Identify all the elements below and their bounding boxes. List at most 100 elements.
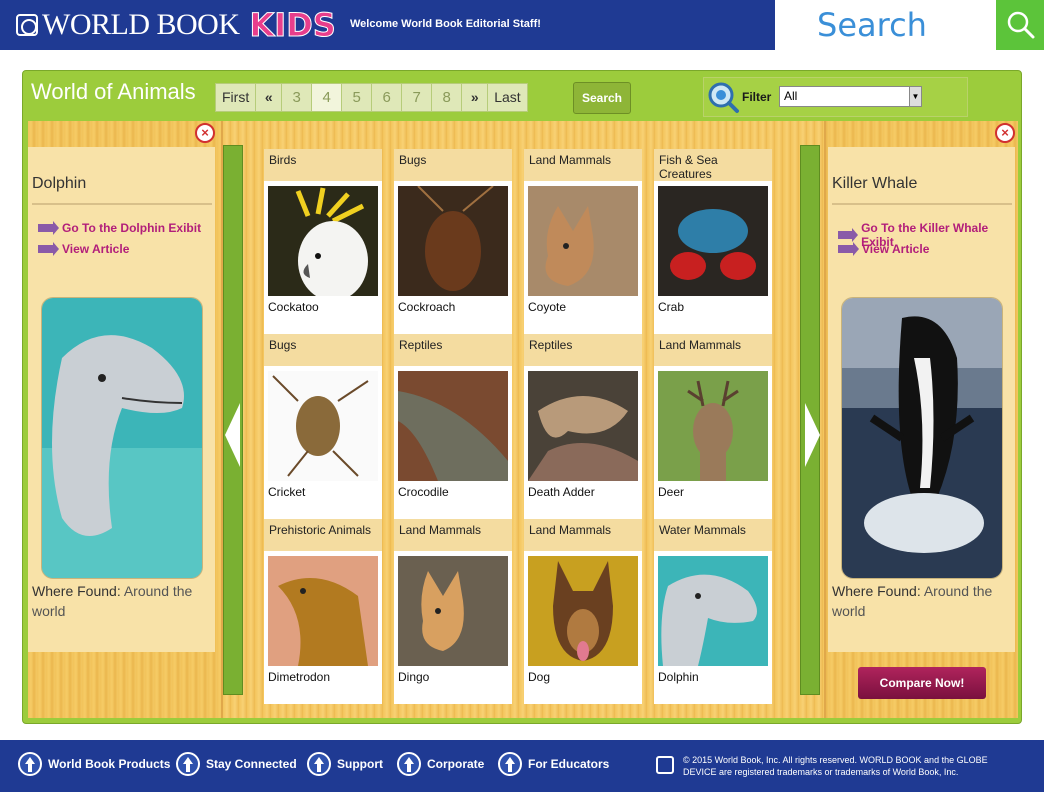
- animal-card-dimetrodon[interactable]: Prehistoric Animals Dimetrodon: [264, 519, 382, 704]
- footer-link-for-educators[interactable]: For Educators: [498, 752, 609, 776]
- arrow-right-icon[interactable]: [805, 403, 820, 467]
- dolphin-photo: [41, 297, 203, 579]
- crocodile-photo: [398, 371, 508, 481]
- left-exhibit-link[interactable]: Go To the Dolphin Exibit: [38, 221, 201, 235]
- logo-world-book-text: WORLD BOOK: [42, 8, 240, 41]
- animal-name[interactable]: Dingo: [398, 670, 429, 684]
- pagination: First « 3 4 5 6 7 8 » Last: [215, 83, 528, 112]
- dolphin-thumb-photo: [658, 556, 768, 666]
- search-button[interactable]: Search: [573, 82, 631, 114]
- left-exhibit-link-text[interactable]: Go To the Dolphin Exibit: [62, 221, 201, 235]
- site-header: WORLD BOOK KIDS Welcome World Book Edito…: [0, 0, 1044, 50]
- pager-page-4-current[interactable]: 4: [312, 84, 343, 111]
- right-where-found: Where Found: Around the world: [832, 581, 1012, 621]
- divider: [32, 203, 212, 205]
- pager-prev[interactable]: «: [256, 84, 283, 111]
- footer-link-corporate[interactable]: Corporate: [397, 752, 484, 776]
- footer-link-label[interactable]: Support: [337, 757, 383, 771]
- animal-category: Land Mammals: [524, 519, 642, 551]
- header-search-area[interactable]: Search: [775, 0, 996, 50]
- arrow-up-icon: [498, 752, 522, 776]
- filter-label: Filter: [742, 90, 772, 104]
- chevron-down-icon[interactable]: ▼: [909, 87, 921, 106]
- filter-box: Filter All ▼: [703, 77, 968, 117]
- right-article-link-text[interactable]: View Article: [862, 242, 929, 256]
- animal-card-dingo[interactable]: Land Mammals Dingo: [394, 519, 512, 704]
- animal-card-cricket[interactable]: Bugs Cricket: [264, 334, 382, 519]
- animal-name[interactable]: Deer: [658, 485, 684, 499]
- right-animal-card: Killer Whale Go To the Killer Whale Exib…: [828, 147, 1015, 652]
- footer-link-label[interactable]: Stay Connected: [206, 757, 297, 771]
- gallery-area: × Dolphin Go To the Dolphin Exibit View …: [28, 121, 1018, 718]
- animal-name[interactable]: Death Adder: [528, 485, 595, 499]
- animal-category: Bugs: [394, 149, 512, 181]
- copyright-notice: © 2015 World Book, Inc. All rights reser…: [683, 755, 988, 777]
- pager-page-5[interactable]: 5: [342, 84, 373, 111]
- animal-name[interactable]: Dimetrodon: [268, 670, 330, 684]
- animal-card-crab[interactable]: Fish & Sea Creatures Crab: [654, 149, 772, 334]
- animal-card-coyote[interactable]: Land Mammals Coyote: [524, 149, 642, 334]
- footer-link-support[interactable]: Support: [307, 752, 383, 776]
- footer-link-stay-connected[interactable]: Stay Connected: [176, 752, 297, 776]
- animal-name[interactable]: Crocodile: [398, 485, 449, 499]
- header-search-button[interactable]: [996, 0, 1044, 50]
- footer-link-label[interactable]: For Educators: [528, 757, 609, 771]
- logo-kids-text: KIDS: [249, 6, 336, 45]
- footer-link-label[interactable]: World Book Products: [48, 757, 170, 771]
- animal-category: Prehistoric Animals: [264, 519, 382, 551]
- pager-last[interactable]: Last: [488, 84, 526, 111]
- animal-card-dolphin[interactable]: Water Mammals Dolphin: [654, 519, 772, 704]
- right-card-title: Killer Whale: [832, 175, 918, 192]
- animal-name[interactable]: Dolphin: [658, 670, 699, 684]
- animal-card-deer[interactable]: Land Mammals Deer: [654, 334, 772, 519]
- footer-link-world-book-products[interactable]: World Book Products: [18, 752, 170, 776]
- deer-photo: [658, 371, 768, 481]
- animal-name[interactable]: Coyote: [528, 300, 566, 314]
- where-found-label: Where Found:: [32, 583, 121, 599]
- arrow-left-icon[interactable]: [225, 403, 240, 467]
- animal-card-dog[interactable]: Land Mammals Dog: [524, 519, 642, 704]
- animal-category: Water Mammals: [654, 519, 772, 551]
- pager-page-3[interactable]: 3: [282, 84, 313, 111]
- divider: [832, 203, 1012, 205]
- arrow-right-icon: [38, 221, 59, 235]
- right-article-link[interactable]: View Article: [838, 242, 929, 256]
- animal-category: Land Mammals: [654, 334, 772, 366]
- left-article-link-text[interactable]: View Article: [62, 242, 129, 256]
- filter-select[interactable]: All ▼: [779, 86, 922, 107]
- world-book-kids-logo[interactable]: WORLD BOOK KIDS: [16, 6, 336, 45]
- welcome-message: Welcome World Book Editorial Staff!: [350, 18, 541, 30]
- animal-category: Land Mammals: [394, 519, 512, 551]
- animal-name[interactable]: Crab: [658, 300, 684, 314]
- pager-first[interactable]: First: [216, 84, 257, 111]
- footer-link-label[interactable]: Corporate: [427, 757, 484, 771]
- animal-category: Reptiles: [524, 334, 642, 366]
- animal-category: Land Mammals: [524, 149, 642, 181]
- pager-next[interactable]: »: [462, 84, 489, 111]
- animal-name[interactable]: Cockroach: [398, 300, 455, 314]
- close-right-card-icon[interactable]: ×: [995, 123, 1015, 143]
- filter-selected-value: All: [784, 89, 798, 103]
- animal-name[interactable]: Cockatoo: [268, 300, 319, 314]
- animal-card-death-adder[interactable]: Reptiles Death Adder: [524, 334, 642, 519]
- compare-now-button[interactable]: Compare Now!: [858, 667, 986, 699]
- arrow-up-icon: [176, 752, 200, 776]
- animal-card-cockroach[interactable]: Bugs Cockroach: [394, 149, 512, 334]
- animal-name[interactable]: Cricket: [268, 485, 305, 499]
- close-left-card-icon[interactable]: ×: [195, 123, 215, 143]
- pager-page-8[interactable]: 8: [432, 84, 463, 111]
- header-bar: WORLD BOOK KIDS Welcome World Book Edito…: [0, 0, 775, 50]
- filter-magnifier-icon: [708, 82, 739, 113]
- left-article-link[interactable]: View Article: [38, 242, 129, 256]
- animal-card-cockatoo[interactable]: Birds Cockatoo: [264, 149, 382, 334]
- dolphin-image: [42, 298, 202, 578]
- cockatoo-photo: [268, 186, 378, 296]
- animal-card-crocodile[interactable]: Reptiles Crocodile: [394, 334, 512, 519]
- header-search-label[interactable]: Search: [817, 6, 927, 44]
- pager-page-7[interactable]: 7: [402, 84, 433, 111]
- pager-page-6[interactable]: 6: [372, 84, 403, 111]
- animal-name[interactable]: Dog: [528, 670, 550, 684]
- left-animal-card: Dolphin Go To the Dolphin Exibit View Ar…: [28, 147, 215, 652]
- arrow-up-icon: [397, 752, 421, 776]
- death-adder-photo: [528, 371, 638, 481]
